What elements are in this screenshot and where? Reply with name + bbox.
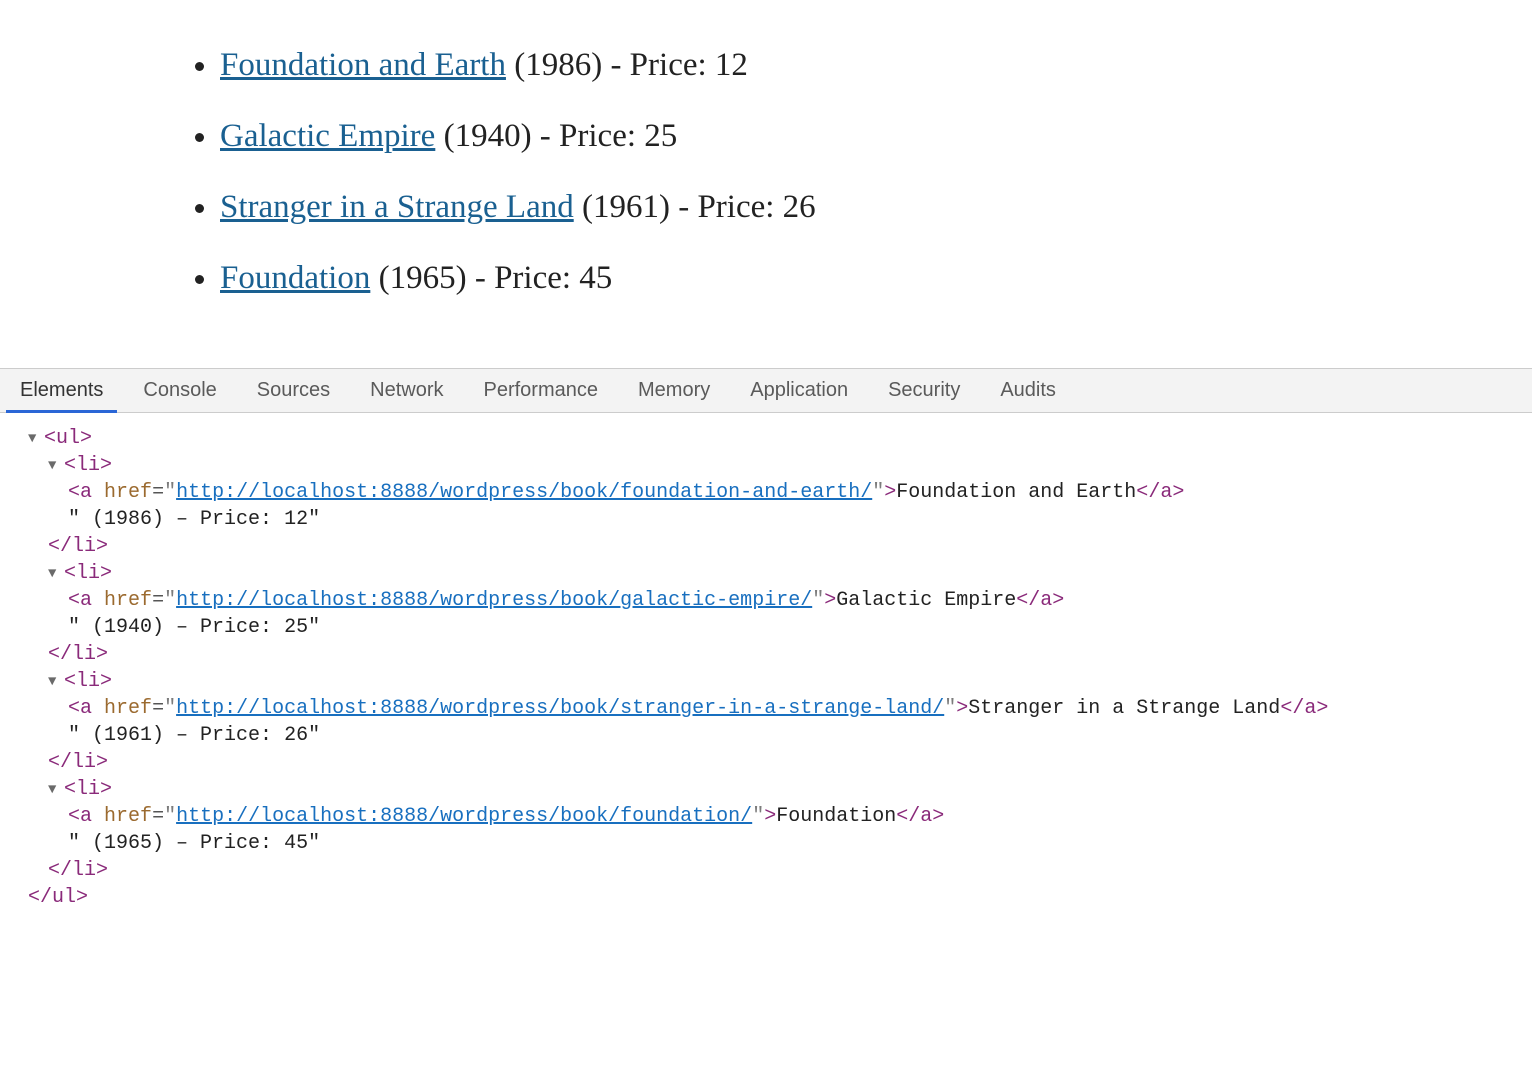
book-meta: (1940) - Price: 25 (444, 118, 678, 154)
list-item: Foundation and Earth (1986) - Price: 12 (220, 44, 1532, 87)
dom-node-li-close: </li> (8, 749, 1532, 776)
tab-application[interactable]: Application (730, 368, 868, 412)
dom-node-a[interactable]: <a href="http://localhost:8888/wordpress… (8, 479, 1532, 506)
dom-tree: ▼<ul> ▼<li> <a href="http://localhost:88… (0, 413, 1532, 931)
list-item: Foundation (1965) - Price: 45 (220, 257, 1532, 300)
dom-text-node[interactable]: " (1940) – Price: 25" (8, 614, 1532, 641)
href-value[interactable]: http://localhost:8888/wordpress/book/fou… (176, 481, 872, 504)
dom-text-node[interactable]: " (1965) – Price: 45" (8, 830, 1532, 857)
book-link[interactable]: Foundation and Earth (220, 47, 506, 83)
book-meta: (1961) - Price: 26 (582, 189, 816, 225)
expand-toggle-icon[interactable]: ▼ (28, 430, 42, 449)
dom-node-li-close: </li> (8, 641, 1532, 668)
tab-sources[interactable]: Sources (237, 368, 350, 412)
expand-toggle-icon[interactable]: ▼ (48, 565, 62, 584)
tab-performance[interactable]: Performance (464, 368, 619, 412)
href-value[interactable]: http://localhost:8888/wordpress/book/str… (176, 697, 944, 720)
dom-text-node[interactable]: " (1961) – Price: 26" (8, 722, 1532, 749)
book-link[interactable]: Foundation (220, 260, 370, 296)
book-list: Foundation and Earth (1986) - Price: 12 … (180, 44, 1532, 300)
devtools-tabbar: Elements Console Sources Network Perform… (0, 369, 1532, 413)
dom-node-a[interactable]: <a href="http://localhost:8888/wordpress… (8, 587, 1532, 614)
dom-node-ul-open[interactable]: ▼<ul> (8, 425, 1532, 452)
dom-node-li-close: </li> (8, 533, 1532, 560)
dom-node-ul-close: </ul> (8, 884, 1532, 911)
dom-node-li-open[interactable]: ▼<li> (8, 452, 1532, 479)
list-item: Galactic Empire (1940) - Price: 25 (220, 115, 1532, 158)
tab-memory[interactable]: Memory (618, 368, 730, 412)
dom-node-li-open[interactable]: ▼<li> (8, 668, 1532, 695)
dom-node-a[interactable]: <a href="http://localhost:8888/wordpress… (8, 695, 1532, 722)
expand-toggle-icon[interactable]: ▼ (48, 673, 62, 692)
href-value[interactable]: http://localhost:8888/wordpress/book/gal… (176, 589, 812, 612)
book-link[interactable]: Stranger in a Strange Land (220, 189, 574, 225)
list-item: Stranger in a Strange Land (1961) - Pric… (220, 186, 1532, 229)
book-meta: (1986) - Price: 12 (514, 47, 748, 83)
book-link[interactable]: Galactic Empire (220, 118, 435, 154)
book-meta: (1965) - Price: 45 (379, 260, 613, 296)
devtools-panel: Elements Console Sources Network Perform… (0, 368, 1532, 931)
dom-text-node[interactable]: " (1986) – Price: 12" (8, 506, 1532, 533)
tab-security[interactable]: Security (868, 368, 980, 412)
expand-toggle-icon[interactable]: ▼ (48, 781, 62, 800)
dom-node-a[interactable]: <a href="http://localhost:8888/wordpress… (8, 803, 1532, 830)
href-value[interactable]: http://localhost:8888/wordpress/book/fou… (176, 805, 752, 828)
dom-node-li-open[interactable]: ▼<li> (8, 776, 1532, 803)
tab-audits[interactable]: Audits (980, 368, 1076, 412)
rendered-page: Foundation and Earth (1986) - Price: 12 … (0, 0, 1532, 368)
tab-console[interactable]: Console (123, 368, 236, 412)
dom-node-li-close: </li> (8, 857, 1532, 884)
tab-elements[interactable]: Elements (0, 368, 123, 412)
dom-node-li-open[interactable]: ▼<li> (8, 560, 1532, 587)
tab-network[interactable]: Network (350, 368, 463, 412)
expand-toggle-icon[interactable]: ▼ (48, 457, 62, 476)
